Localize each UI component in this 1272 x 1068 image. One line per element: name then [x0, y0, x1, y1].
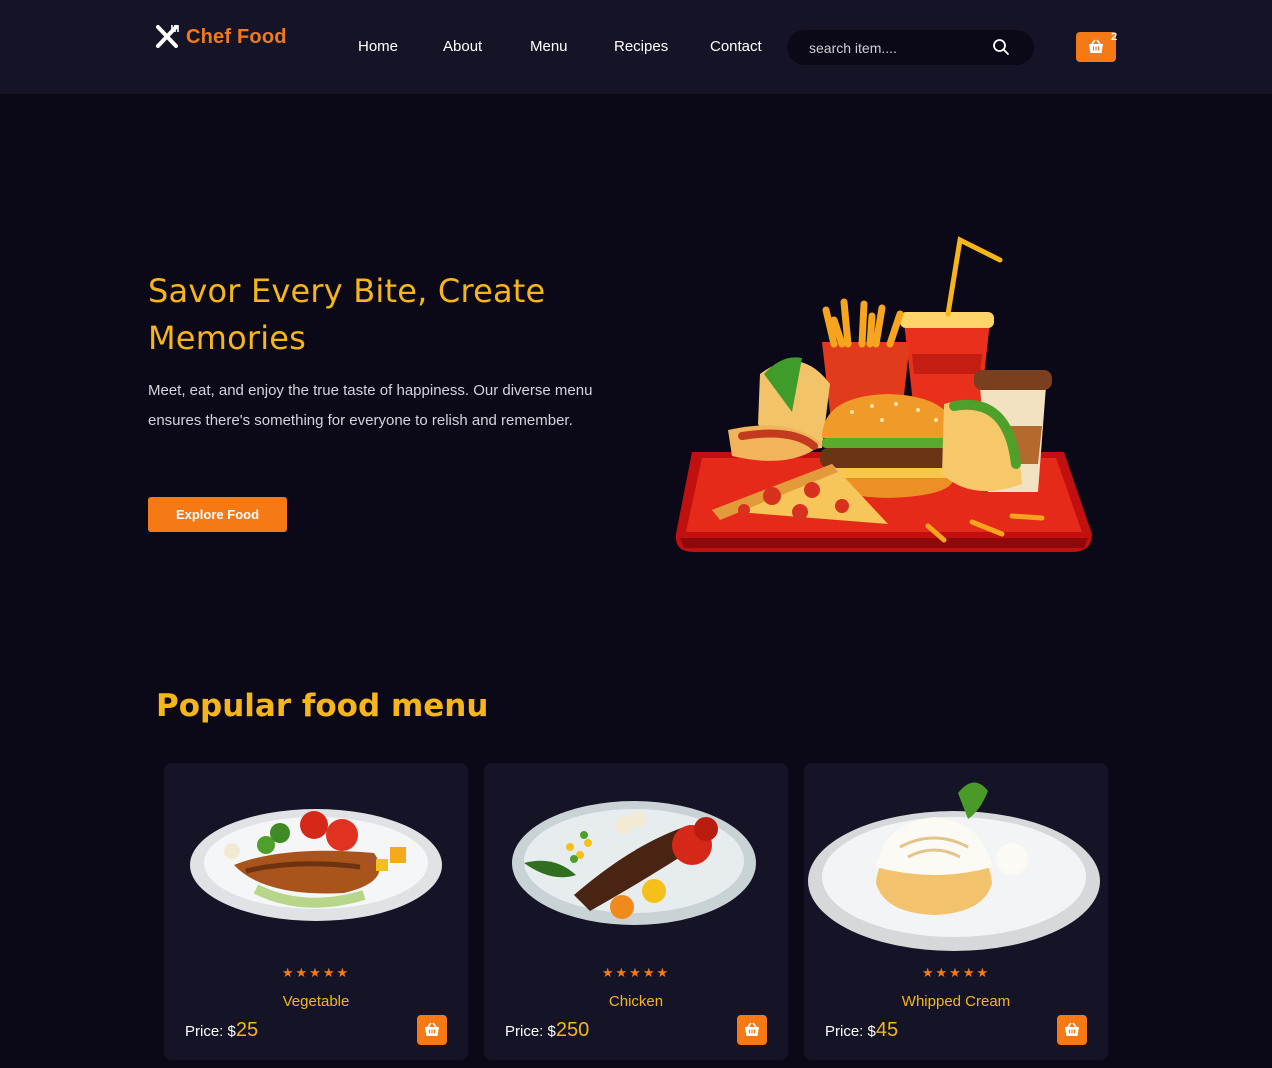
add-to-cart-button[interactable] [417, 1015, 447, 1045]
food-card-whipped-cream[interactable]: ★★★★★ Whipped Cream Price: $45 [804, 763, 1108, 1060]
chicken-dish-image [512, 801, 756, 925]
add-to-cart-button[interactable] [1057, 1015, 1087, 1045]
rating-stars: ★★★★★ [601, 965, 671, 980]
basket-icon [1089, 39, 1103, 53]
search-input[interactable] [809, 30, 989, 65]
navbar: Chef Food Home About Menu Recipes Contac… [0, 0, 1272, 94]
basket-icon [745, 1022, 759, 1036]
price-label: Price: $ [185, 1023, 236, 1040]
cart-count-badge: 2 [1111, 31, 1118, 43]
basket-icon [425, 1022, 439, 1036]
nav-menu[interactable]: Menu [530, 38, 568, 55]
hero-title: Savor Every Bite, Create Memories [148, 272, 546, 357]
price-amount: 45 [875, 1019, 899, 1041]
search-icon[interactable] [992, 38, 1010, 56]
price-label: Price: $ [505, 1023, 556, 1040]
food-name: Vegetable [282, 993, 350, 1010]
food-name: Chicken [608, 993, 664, 1010]
food-price: Price: $45 [825, 1019, 898, 1042]
food-name: Whipped Cream [901, 993, 1011, 1010]
brand-name: Chef Food [186, 25, 287, 48]
food-price: Price: $25 [185, 1019, 258, 1042]
nav-home[interactable]: Home [358, 38, 398, 55]
vegetable-dish-image [190, 809, 442, 921]
cart-button[interactable] [1076, 32, 1116, 62]
food-price: Price: $250 [505, 1019, 589, 1042]
hero-description: Meet, eat, and enjoy the true taste of h… [148, 382, 593, 429]
rating-stars: ★★★★★ [281, 965, 351, 980]
add-to-cart-button[interactable] [737, 1015, 767, 1045]
nav-recipes[interactable]: Recipes [614, 38, 668, 55]
explore-food-button[interactable]: Explore Food [148, 497, 287, 532]
price-amount: 25 [235, 1019, 259, 1041]
rating-stars: ★★★★★ [921, 965, 991, 980]
basket-icon [1065, 1022, 1079, 1036]
whipped-cream-dish-image [808, 782, 1100, 951]
price-amount: 250 [555, 1019, 590, 1041]
utensils-icon [156, 25, 179, 48]
price-label: Price: $ [825, 1023, 876, 1040]
popular-menu-title: Popular food menu [156, 688, 489, 724]
food-card-chicken[interactable]: ★★★★★ Chicken Price: $250 [484, 763, 788, 1060]
nav-about[interactable]: About [443, 38, 482, 55]
food-card-vegetable[interactable]: ★★★★★ Vegetable Price: $25 [164, 763, 468, 1060]
fast-food-tray-illustration [675, 236, 1092, 552]
brand-logo[interactable]: Chef Food [154, 22, 287, 52]
search-box [787, 30, 1034, 65]
nav-contact[interactable]: Contact [710, 38, 762, 55]
